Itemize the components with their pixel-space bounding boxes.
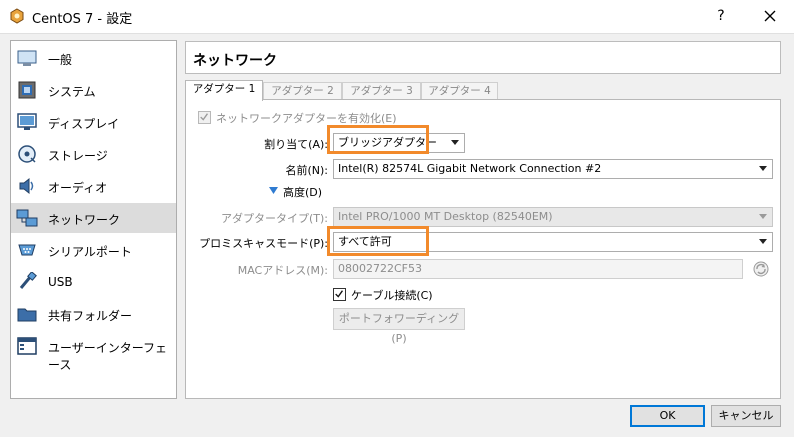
adapter-panel: ネットワークアダプターを有効化(E) 割り当て(A): ブリッジアダプター 名前… <box>185 99 781 399</box>
serial-port-icon <box>18 244 36 256</box>
port-forwarding-button[interactable]: ポートフォワーディング(P) <box>333 308 465 345</box>
adapter-name-select[interactable]: Intel(R) 82574L Gigabit Network Connecti… <box>333 159 773 179</box>
promiscuous-mode-label: プロミスキャスモード(P): <box>199 237 328 250</box>
display-icon <box>17 113 37 130</box>
chevron-down-icon <box>759 166 767 171</box>
title-bar: CentOS 7 - 設定 ? <box>0 0 794 34</box>
highlight-attached-to <box>327 125 429 154</box>
chevron-down-icon <box>759 214 767 219</box>
virtualbox-app-icon <box>10 8 24 24</box>
settings-sidebar: 一般 システム ディスプレイ ストレージ オーディオ ネットワーク シリアルポー… <box>10 40 177 399</box>
usb-icon <box>19 272 37 289</box>
window-title: CentOS 7 - 設定 <box>32 12 133 27</box>
sidebar-item-label: オーディオ <box>48 181 108 195</box>
sidebar-item-label: 共有フォルダー <box>48 309 133 323</box>
sidebar-item-system[interactable]: システム <box>11 75 176 105</box>
chevron-down-icon <box>451 140 459 145</box>
enable-adapter-checkbox[interactable] <box>198 111 211 124</box>
enable-adapter-label: ネットワークアダプターを有効化(E) <box>216 112 397 125</box>
general-icon <box>17 50 37 66</box>
cable-connected-label: ケーブル接続(C) <box>351 289 433 302</box>
advanced-toggle[interactable]: 高度(D) <box>283 184 322 200</box>
tab-adapter-3[interactable]: アダプター 3 <box>342 82 421 100</box>
sidebar-item-label: USB <box>48 275 73 289</box>
sidebar-item-general[interactable]: 一般 <box>11 43 176 73</box>
close-icon[interactable] <box>758 4 782 28</box>
sidebar-item-shared-folders[interactable]: 共有フォルダー <box>11 299 176 329</box>
user-interface-icon <box>17 337 37 355</box>
adapter-type-label: アダプタータイプ(T): <box>220 212 328 225</box>
network-icon <box>16 209 38 227</box>
highlight-promiscuous-mode <box>327 226 429 256</box>
adapter-name-value: Intel(R) 82574L Gigabit Network Connecti… <box>338 162 602 175</box>
sidebar-item-label: 一般 <box>48 53 73 67</box>
attached-to-label: 割り当て(A): <box>264 138 328 151</box>
page-header: ネットワーク <box>185 41 781 74</box>
mac-address-label: MACアドレス(M): <box>237 264 328 277</box>
tab-adapter-4[interactable]: アダプター 4 <box>421 82 498 100</box>
adapter-type-value: Intel PRO/1000 MT Desktop (82540EM) <box>338 210 553 223</box>
sidebar-item-audio[interactable]: オーディオ <box>11 171 176 201</box>
tab-adapter-1[interactable]: アダプター 1 <box>185 80 263 101</box>
help-button[interactable]: ? <box>712 6 730 26</box>
sidebar-item-label: ネットワーク <box>48 213 121 227</box>
sidebar-item-label: システム <box>48 85 96 99</box>
page-title: ネットワーク <box>193 53 277 69</box>
sidebar-item-display[interactable]: ディスプレイ <box>11 107 176 137</box>
cable-connected-checkbox[interactable] <box>333 288 346 301</box>
sidebar-item-label: ストレージ <box>48 149 108 163</box>
mac-address-field[interactable]: 08002722CF53 <box>333 259 743 279</box>
sidebar-item-serial-port[interactable]: シリアルポート <box>11 235 176 265</box>
sidebar-item-storage[interactable]: ストレージ <box>11 139 176 169</box>
sidebar-item-user-interface[interactable]: ユーザーインターフェース <box>11 331 176 372</box>
audio-icon <box>19 177 34 195</box>
sidebar-item-label: シリアルポート <box>48 245 132 259</box>
cancel-button[interactable]: キャンセル <box>711 405 781 427</box>
system-icon <box>18 81 36 99</box>
chevron-down-icon <box>759 239 767 244</box>
expand-triangle-icon[interactable] <box>269 187 278 195</box>
mac-address-value: 08002722CF53 <box>338 262 422 275</box>
adapter-type-select[interactable]: Intel PRO/1000 MT Desktop (82540EM) <box>333 207 773 227</box>
sidebar-item-network[interactable]: ネットワーク <box>11 203 176 233</box>
refresh-mac-icon[interactable] <box>752 260 770 278</box>
ok-button[interactable]: OK <box>630 405 705 427</box>
name-label: 名前(N): <box>285 164 328 177</box>
sidebar-item-label: ユーザーインターフェース <box>48 341 168 372</box>
sidebar-item-label: ディスプレイ <box>48 117 120 131</box>
sidebar-item-usb[interactable]: USB <box>11 267 176 297</box>
storage-icon <box>18 145 36 163</box>
tab-adapter-2[interactable]: アダプター 2 <box>263 82 342 100</box>
shared-folder-icon <box>17 308 37 322</box>
